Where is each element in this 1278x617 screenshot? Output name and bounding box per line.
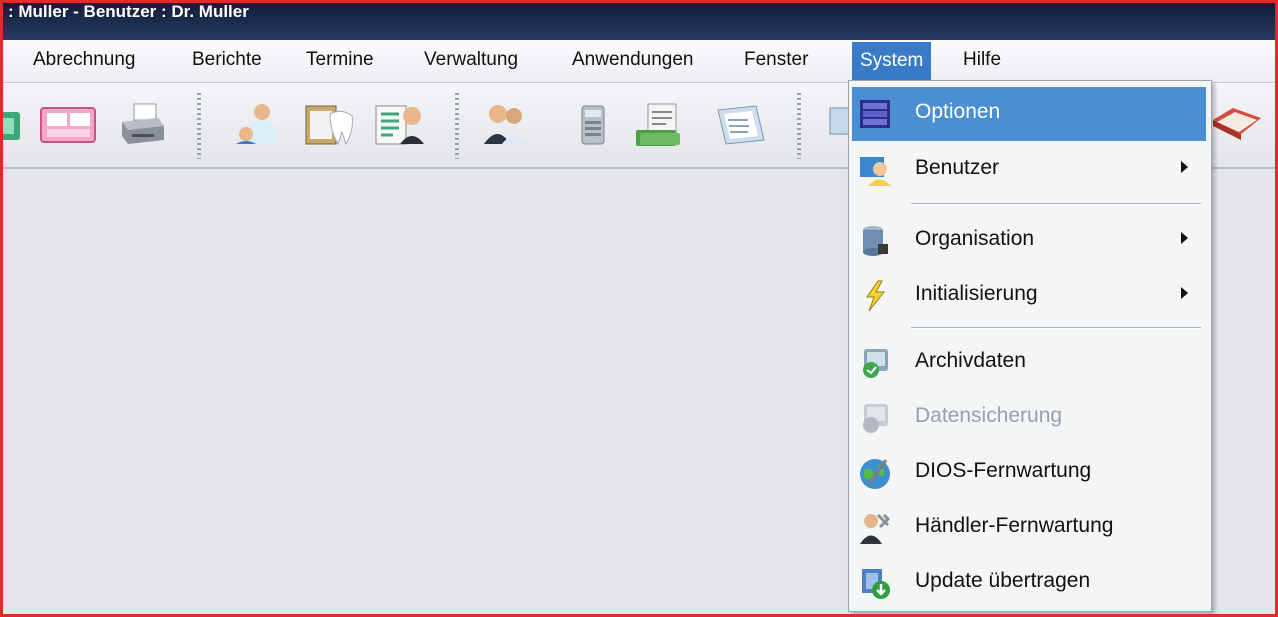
menu-option-optionen[interactable]: Optionen <box>852 87 1206 141</box>
menu-berichte[interactable]: Berichte <box>192 49 262 71</box>
menu-option-label: Update übertragen <box>915 569 1091 592</box>
menu-system[interactable]: System <box>852 42 932 80</box>
menu-separator <box>911 327 1201 329</box>
update-icon <box>858 566 892 600</box>
menu-verwaltung[interactable]: Verwaltung <box>424 49 518 71</box>
menu-option-haendler-fernwartung[interactable]: Händler-Fernwartung <box>852 501 1206 555</box>
menu-option-label: Organisation <box>915 227 1035 250</box>
menu-option-dios-fernwartung[interactable]: DIOS-Fernwartung <box>852 446 1206 500</box>
documents-icon[interactable] <box>710 100 770 150</box>
window-title: : Muller - Benutzer : Dr. Muller <box>8 2 249 21</box>
submenu-arrow-icon <box>1181 161 1188 173</box>
lightning-icon <box>858 279 892 313</box>
user-icon <box>858 153 892 187</box>
toolbar-grip[interactable] <box>455 93 459 159</box>
money-invoice-icon[interactable] <box>632 100 687 150</box>
menu-option-label: Benutzer <box>915 156 1000 179</box>
menu-option-label: Händler-Fernwartung <box>915 514 1114 537</box>
menu-fenster[interactable]: Fenster <box>744 49 808 71</box>
printer-icon[interactable] <box>118 100 168 150</box>
backup-icon <box>858 401 892 435</box>
menu-separator <box>911 203 1201 205</box>
submenu-arrow-icon <box>1181 232 1188 244</box>
menu-anwendungen[interactable]: Anwendungen <box>572 49 694 71</box>
menu-hilfe[interactable]: Hilfe <box>963 49 1001 71</box>
remote-globe-icon <box>858 456 892 490</box>
dealer-tools-icon <box>858 511 892 545</box>
menu-option-datensicherung[interactable]: Datensicherung <box>852 391 1206 445</box>
calendar-icon[interactable] <box>38 100 98 150</box>
patients-icon[interactable] <box>480 100 530 150</box>
calculator-icon[interactable] <box>568 100 618 150</box>
options-icon <box>858 97 892 131</box>
submenu-arrow-icon <box>1181 287 1188 299</box>
title-bar[interactable]: : Muller - Benutzer : Dr. Muller <box>0 0 1278 40</box>
system-dropdown-menu: Optionen Benutzer Organisation Initialis… <box>848 80 1212 612</box>
contacts-icon[interactable] <box>0 100 28 150</box>
menu-option-label: Initialisierung <box>915 282 1038 305</box>
menu-option-benutzer[interactable]: Benutzer <box>852 143 1206 197</box>
menu-bar: Abrechnung Berichte Termine Verwaltung A… <box>0 40 1278 83</box>
menu-termine[interactable]: Termine <box>306 49 374 71</box>
menu-option-initialisierung[interactable]: Initialisierung <box>852 269 1206 323</box>
toolbar-grip[interactable] <box>197 93 201 159</box>
menu-option-archivdaten[interactable]: Archivdaten <box>852 336 1206 390</box>
dentist-patient-icon[interactable] <box>232 100 282 150</box>
menu-option-label: Optionen <box>915 100 1001 123</box>
menu-option-update-uebertragen[interactable]: Update übertragen <box>852 556 1206 610</box>
menu-option-label: DIOS-Fernwartung <box>915 459 1092 482</box>
menu-option-label: Datensicherung <box>915 404 1063 427</box>
archive-icon <box>858 346 892 380</box>
menu-abrechnung[interactable]: Abrechnung <box>33 49 135 71</box>
menu-option-label: Archivdaten <box>915 349 1026 372</box>
database-icon <box>858 224 892 258</box>
dental-chart-icon[interactable] <box>302 100 357 150</box>
clipboard-doctor-icon[interactable] <box>372 100 427 150</box>
book-icon[interactable] <box>1207 100 1267 150</box>
menu-option-organisation[interactable]: Organisation <box>852 214 1206 268</box>
toolbar-grip[interactable] <box>797 93 801 159</box>
